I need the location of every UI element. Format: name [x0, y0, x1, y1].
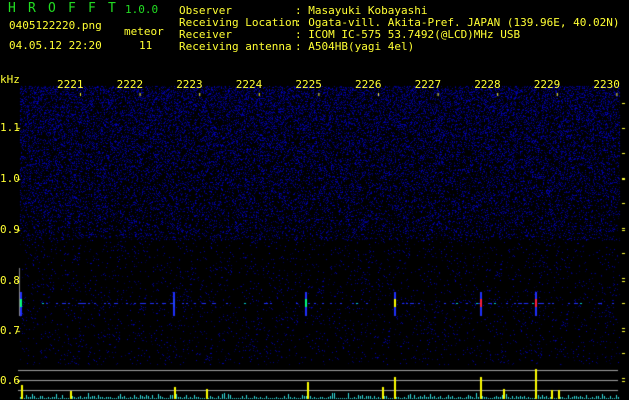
info-value-antenna: : A504HB(yagi 4el) — [295, 40, 415, 53]
x-tick-label: 2226 — [355, 78, 382, 91]
x-tick-label: 2228 — [474, 78, 501, 91]
y-tick-label: 0.7 — [0, 324, 20, 337]
logo-letter: F — [68, 1, 76, 16]
file-name: 0405122220.png — [9, 19, 102, 32]
logo-letter: H — [8, 1, 16, 16]
y-tick-label: 0.8 — [0, 274, 20, 287]
app-logo: HROFFT — [8, 1, 128, 16]
x-tick-label: 2225 — [295, 78, 322, 91]
x-tick-label: 2230 — [593, 78, 620, 91]
y-tick-label: 0.6 — [0, 374, 20, 387]
y-tick-label: 0.9 — [0, 223, 20, 236]
info-label-antenna: Receiving antenna — [179, 40, 292, 53]
y-axis-unit: kHz — [0, 73, 20, 86]
meteor-label: meteor — [124, 25, 164, 38]
y-tick-label: 1.1 — [0, 121, 20, 134]
x-tick-label: 2229 — [533, 78, 561, 91]
logo-letter: O — [48, 1, 56, 16]
app-version: 1.0.0 — [125, 3, 159, 16]
logo-letter: F — [88, 1, 96, 16]
x-tick-label: 2224 — [235, 78, 263, 91]
y-tick-label: 1.0 — [0, 172, 20, 185]
spectrogram — [0, 0, 629, 400]
x-tick-label: 2221 — [57, 78, 84, 91]
file-datetime: 04.05.12 22:20 — [9, 39, 102, 52]
x-tick-label: 2222 — [116, 78, 144, 91]
x-tick-label: 2223 — [176, 78, 203, 91]
x-tick-label: 2227 — [414, 78, 442, 91]
meteor-count: 11 — [139, 39, 153, 52]
logo-letter: R — [28, 1, 36, 16]
